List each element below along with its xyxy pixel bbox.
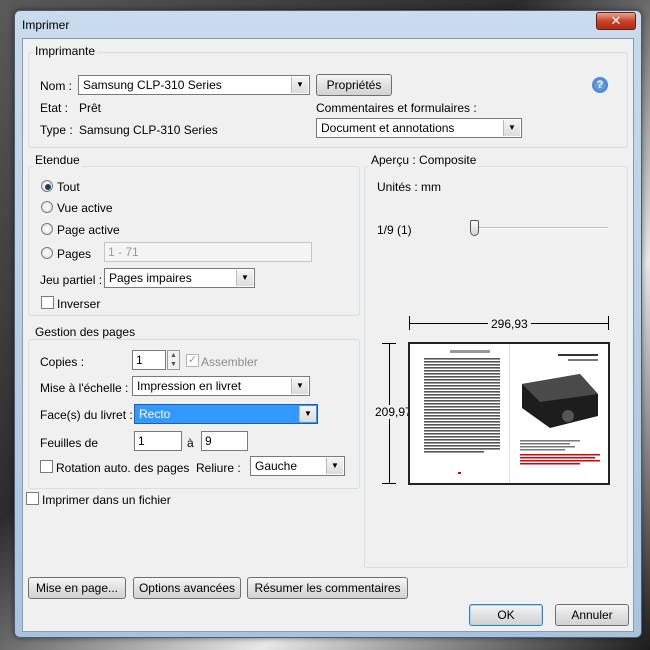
cancel-button[interactable]: Annuler	[555, 604, 629, 626]
properties-button[interactable]: Propriétés	[316, 74, 392, 96]
range-current-view-radio[interactable]	[41, 201, 53, 213]
page-indicator: 1/9 (1)	[377, 223, 412, 237]
sheets-to-label: à	[187, 436, 194, 450]
scaling-value: Impression en livret	[137, 379, 242, 393]
reverse-label: Inverser	[57, 297, 101, 311]
comments-forms-dropdown[interactable]: Document et annotations ▼	[316, 118, 522, 138]
comments-forms-value: Document et annotations	[321, 121, 455, 135]
printer-type-value: Samsung CLP-310 Series	[79, 123, 218, 137]
subset-dropdown[interactable]: Pages impaires ▼	[104, 268, 255, 288]
spin-up-icon[interactable]: ▲	[168, 351, 179, 360]
chevron-down-icon: ▼	[299, 406, 316, 422]
height-dimension-tick-top	[382, 343, 396, 344]
spin-down-icon[interactable]: ▼	[168, 360, 179, 369]
printer-name-dropdown[interactable]: Samsung CLP-310 Series ▼	[78, 75, 310, 95]
chevron-down-icon: ▼	[236, 270, 253, 286]
page-preview	[408, 342, 610, 485]
auto-rotate-checkbox[interactable]	[40, 460, 53, 473]
close-button[interactable]: ✕	[596, 12, 636, 30]
ok-button[interactable]: OK	[469, 604, 543, 626]
printer-status-value: Prêt	[79, 101, 102, 115]
copies-stepper[interactable]: ▲ ▼	[167, 350, 180, 370]
height-dimension-tick-bottom	[382, 483, 396, 484]
chevron-down-icon: ▼	[291, 378, 308, 394]
page-preview-thumbnail	[424, 344, 600, 483]
reverse-checkbox[interactable]	[41, 296, 54, 309]
print-to-file-checkbox[interactable]	[26, 492, 39, 505]
title-bar[interactable]	[14, 10, 642, 38]
range-current-page-radio[interactable]	[41, 223, 53, 235]
collate-label: Assembler	[201, 355, 258, 369]
copies-label: Copies :	[40, 355, 85, 369]
chevron-down-icon: ▼	[503, 120, 520, 136]
printer-group-label: Imprimante	[33, 44, 98, 58]
range-all-label: Tout	[57, 180, 80, 194]
chevron-down-icon: ▼	[326, 458, 343, 474]
collate-checkbox[interactable]: ✓	[186, 354, 199, 367]
comments-forms-label: Commentaires et formulaires :	[316, 101, 477, 115]
booklet-subset-label: Face(s) du livret :	[40, 408, 133, 422]
page-slider-thumb[interactable]	[470, 220, 479, 236]
page-setup-button[interactable]: Mise en page...	[28, 577, 126, 599]
range-all-radio[interactable]	[41, 180, 53, 192]
booklet-subset-value: Recto	[139, 407, 171, 421]
booklet-subset-dropdown[interactable]: Recto ▼	[134, 404, 318, 424]
range-pages-radio[interactable]	[41, 247, 53, 259]
page-slider-track[interactable]	[474, 227, 608, 229]
auto-rotate-label: Rotation auto. des pages	[56, 461, 190, 475]
sheets-to-input[interactable]: 9	[201, 431, 248, 451]
summarize-comments-button[interactable]: Résumer les commentaires	[247, 577, 408, 599]
pages-range-input[interactable]: 1 - 71	[104, 242, 312, 262]
binding-value: Gauche	[255, 459, 298, 473]
page-handling-group-label: Gestion des pages	[33, 325, 138, 339]
preview-group-label: Aperçu : Composite	[369, 153, 479, 167]
binding-dropdown[interactable]: Gauche ▼	[250, 456, 345, 476]
printer-status-label: Etat :	[40, 101, 69, 115]
sheets-from-label: Feuilles de	[40, 436, 99, 450]
width-dimension-label: 296,93	[488, 317, 531, 331]
printer-name-label: Nom :	[40, 79, 73, 93]
range-group-label: Etendue	[33, 153, 82, 167]
width-dimension-tick-left	[409, 316, 410, 330]
help-icon[interactable]: ?	[592, 77, 608, 93]
width-dimension-tick-right	[608, 316, 609, 330]
height-dimension-label: 209,97	[375, 405, 412, 419]
window-title: Imprimer	[22, 18, 70, 32]
chevron-down-icon: ▼	[291, 77, 308, 93]
range-pages-label: Pages	[57, 247, 92, 261]
printer-type-label: Type :	[40, 123, 73, 137]
subset-label: Jeu partiel :	[40, 273, 103, 287]
range-current-page-label: Page active	[57, 223, 120, 237]
advanced-options-button[interactable]: Options avancées	[133, 577, 241, 599]
units-label: Unités : mm	[377, 180, 442, 194]
copies-input[interactable]: 1	[132, 350, 166, 370]
printer-name-value: Samsung CLP-310 Series	[83, 78, 222, 92]
print-to-file-label: Imprimer dans un fichier	[42, 493, 171, 507]
binding-label: Reliure :	[196, 461, 241, 475]
range-current-view-label: Vue active	[57, 201, 113, 215]
scaling-label: Mise à l'échelle :	[40, 381, 129, 395]
sheets-from-input[interactable]: 1	[134, 431, 182, 451]
subset-value: Pages impaires	[109, 271, 192, 285]
scaling-dropdown[interactable]: Impression en livret ▼	[132, 376, 310, 396]
